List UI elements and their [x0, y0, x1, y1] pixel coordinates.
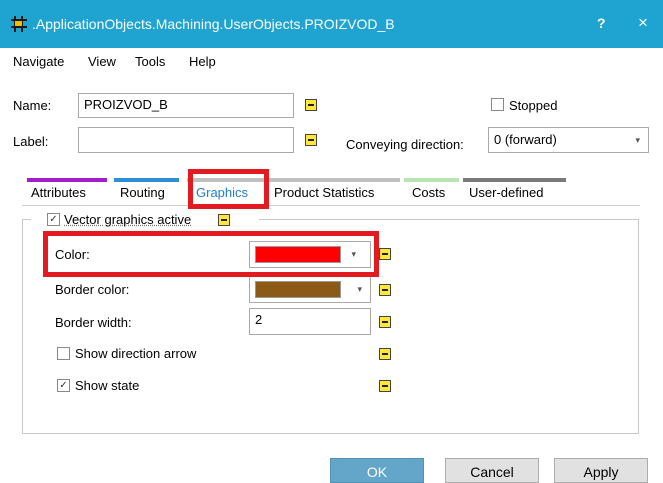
border-width-inheritance-icon[interactable]: [379, 316, 391, 328]
tab-bar-attributes: [27, 178, 107, 182]
show-state-checkbox[interactable]: ✓: [57, 379, 70, 392]
menu-tools[interactable]: Tools: [135, 54, 165, 70]
name-label: Name:: [13, 98, 52, 113]
label-label: Label:: [13, 134, 49, 149]
vector-graphics-checkbox[interactable]: ✓: [47, 213, 60, 226]
ok-button[interactable]: OK: [330, 458, 424, 483]
color-dropdown[interactable]: ▾: [249, 241, 371, 268]
color-swatch: [255, 246, 341, 263]
border-color-label: Border color:: [55, 282, 130, 297]
help-button[interactable]: ?: [597, 15, 606, 31]
menu-navigate[interactable]: Navigate: [13, 54, 64, 70]
label-field[interactable]: [78, 127, 294, 153]
menu-help[interactable]: Help: [189, 54, 216, 70]
chevron-down-icon: ▾: [357, 284, 362, 294]
name-field[interactable]: PROIZVOD_B: [78, 93, 294, 118]
show-direction-arrow-label: Show direction arrow: [75, 346, 197, 361]
close-button[interactable]: ×: [638, 13, 648, 33]
conveying-direction-value: 0 (forward): [494, 132, 557, 147]
name-inheritance-icon[interactable]: [305, 99, 317, 111]
border-width-field[interactable]: 2: [249, 308, 371, 335]
border-color-dropdown[interactable]: ▾: [249, 276, 371, 303]
tab-graphics[interactable]: Graphics: [196, 185, 248, 201]
show-state-label: Show state: [75, 378, 140, 393]
tab-user-defined[interactable]: User-defined: [469, 185, 543, 201]
tab-routing[interactable]: Routing: [120, 185, 165, 201]
border-color-inheritance-icon[interactable]: [379, 284, 391, 296]
label-inheritance-icon[interactable]: [305, 134, 317, 146]
vector-graphics-check-mark: ✓: [49, 214, 58, 225]
stopped-checkbox[interactable]: [491, 98, 504, 111]
chevron-down-icon: ▾: [635, 135, 640, 145]
conveying-direction-dropdown[interactable]: 0 (forward) ▾: [488, 127, 649, 153]
tab-bar-costs: [404, 178, 459, 182]
chevron-down-icon: ▾: [351, 249, 356, 259]
tab-costs[interactable]: Costs: [412, 185, 445, 201]
cancel-button[interactable]: Cancel: [445, 458, 539, 483]
application-grid-icon: [10, 15, 28, 33]
show-state-check-mark: ✓: [59, 380, 68, 391]
tab-bar-user-defined: [463, 178, 566, 182]
tab-bar-graphics: [187, 178, 267, 182]
stopped-label: Stopped: [509, 98, 558, 113]
tab-product-statistics[interactable]: Product Statistics: [274, 185, 374, 201]
tab-bar-routing: [114, 178, 179, 182]
conveying-direction-label: Conveying direction:: [346, 137, 464, 152]
tab-bar-product-statistics: [268, 178, 400, 182]
menu-view[interactable]: View: [88, 54, 116, 70]
tab-attributes[interactable]: Attributes: [31, 185, 86, 201]
border-color-swatch: [255, 281, 341, 298]
show-state-inheritance-icon[interactable]: [379, 380, 391, 392]
show-direction-inheritance-icon[interactable]: [379, 348, 391, 360]
vector-graphics-label: Vector graphics active: [64, 212, 192, 227]
color-inheritance-icon[interactable]: [379, 248, 391, 260]
vector-graphics-inheritance-icon[interactable]: [218, 214, 230, 226]
apply-button[interactable]: Apply: [554, 458, 648, 483]
tab-divider: [22, 205, 640, 206]
show-direction-arrow-checkbox[interactable]: [57, 347, 70, 360]
border-width-label: Border width:: [55, 315, 132, 330]
color-label: Color:: [55, 247, 90, 262]
window-title: .ApplicationObjects.Machining.UserObject…: [32, 16, 395, 32]
